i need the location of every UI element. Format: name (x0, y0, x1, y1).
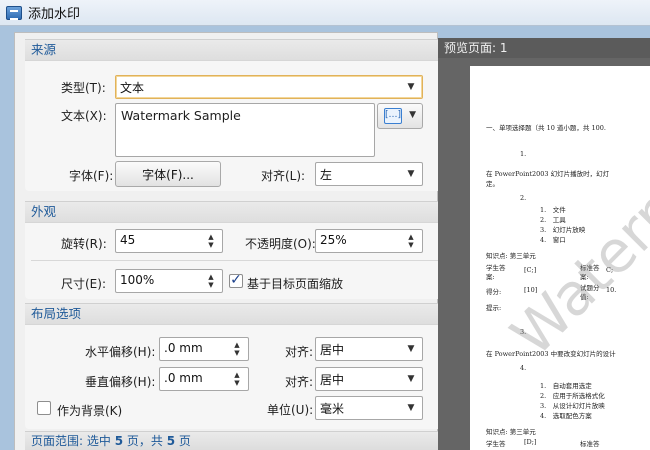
preview-line: 4. (520, 364, 527, 372)
vertical-offset-spinbox[interactable]: .0 mm ▲ ▼ (159, 367, 249, 391)
appearance-group-header: 外观 (25, 201, 447, 223)
opacity-value: 25% (320, 233, 347, 247)
preview-line: 1. (520, 150, 527, 158)
vertical-align-value: 居中 (320, 373, 345, 387)
insert-field-icon: […] (384, 108, 402, 124)
chevron-down-icon: ▼ (407, 374, 415, 384)
preview-line: 标准答 (580, 440, 600, 448)
preview-line: 2. 应用于所选格式化 (540, 392, 605, 400)
layout-group: 水平偏移(H): .0 mm ▲ ▼ 对齐: 居中 ▼ 垂直偏移(H): .0 m… (25, 325, 447, 429)
background-checkbox[interactable] (37, 401, 51, 415)
preview-page: 一、单项选择题（共 10 道小题，共 100. 1. 在 PowerPoint2… (470, 66, 650, 450)
vertical-offset-value: .0 mm (164, 371, 203, 385)
horizontal-align-combobox[interactable]: 居中 ▼ (315, 337, 423, 361)
settings-panel: 来源 类型(T): 文本 ▼ 文本(X): Watermark Sample [… (14, 32, 447, 450)
preview-line: 2. (520, 194, 527, 202)
watermark-text-input[interactable]: Watermark Sample (115, 103, 375, 157)
chevron-down-icon: ▼ (407, 82, 415, 92)
chevron-down-icon: ▼ (409, 110, 416, 120)
size-value: 100% (120, 273, 155, 287)
spinner-arrows-icon[interactable]: ▲ ▼ (204, 270, 218, 292)
source-align-label: 对齐(L): (261, 169, 306, 183)
preview-line: 1. 自动套用选定 (540, 382, 592, 390)
preview-line: [C;] (524, 266, 537, 274)
preview-header: 预览页面: 1 (438, 38, 650, 58)
preview-line: 2. 工具 (540, 216, 566, 224)
source-align-combobox[interactable]: 左 ▼ (315, 162, 423, 186)
font-button[interactable]: 字体(F)... (115, 161, 221, 187)
horizontal-offset-spinbox[interactable]: .0 mm ▲ ▼ (159, 337, 249, 361)
type-value: 文本 (120, 81, 145, 95)
appearance-group: 旋转(R): 45 ▲ ▼ 不透明度(O): 25% ▲ ▼ 尺寸(E): 100%… (25, 223, 447, 299)
layout-group-header: 布局选项 (25, 303, 447, 325)
page-range-suffix: 页 (178, 434, 191, 448)
preview-line: 知识点: 第三单元 (486, 252, 536, 260)
source-group-header: 来源 (25, 39, 447, 61)
preview-line: 定。 (486, 180, 499, 188)
preview-line: 4. 选取配色方案 (540, 412, 592, 420)
source-group: 类型(T): 文本 ▼ 文本(X): Watermark Sample […] … (25, 61, 447, 191)
rotation-spinbox[interactable]: 45 ▲ ▼ (115, 229, 223, 253)
background-label[interactable]: 作为背景(K) (57, 402, 122, 419)
title-bar: 添加水印 (0, 0, 650, 26)
watermark-app-icon (6, 5, 22, 20)
spinner-arrows-icon[interactable]: ▲ ▼ (230, 368, 244, 390)
vertical-offset-label: 垂直偏移(H): (85, 375, 156, 389)
unit-label: 单位(U): (267, 403, 314, 417)
page-range-middle: 页，共 (126, 434, 163, 448)
appearance-divider (31, 260, 441, 261)
spinner-arrows-icon[interactable]: ▲ ▼ (230, 338, 244, 360)
horizontal-offset-label: 水平偏移(H): (85, 345, 156, 359)
total-page-count: 5 (166, 434, 176, 448)
preview-line: 学生答 (486, 440, 506, 448)
type-combobox[interactable]: 文本 ▼ (115, 75, 423, 99)
preview-line: 案: (486, 273, 495, 281)
unit-combobox[interactable]: 毫米 ▼ (315, 396, 423, 420)
preview-line: 1. 文件 (540, 206, 566, 214)
rotation-value: 45 (120, 233, 136, 247)
text-label: 文本(X): (61, 109, 107, 123)
type-label: 类型(T): (61, 81, 106, 95)
size-label: 尺寸(E): (61, 277, 106, 291)
opacity-spinbox[interactable]: 25% ▲ ▼ (315, 229, 423, 253)
preview-line: 得分: (486, 288, 502, 296)
selected-page-count: 5 (114, 434, 124, 448)
source-align-value: 左 (320, 168, 333, 182)
watermark-text-value: Watermark Sample (121, 108, 241, 123)
scale-to-page-checkbox[interactable]: ✓ (229, 272, 243, 288)
page-range-prefix: 页面范围: 选中 (31, 434, 111, 448)
vertical-align-label: 对齐: (285, 375, 314, 389)
window-title: 添加水印 (28, 7, 81, 22)
chevron-down-icon: ▼ (407, 403, 415, 413)
insert-field-button[interactable]: […] ▼ (377, 103, 423, 129)
checkmark-icon: ✓ (230, 272, 242, 288)
rotation-label: 旋转(R): (61, 237, 107, 251)
preview-line: 在 PowerPoint2003 幻灯片播放时，幻灯 (486, 170, 610, 178)
chevron-down-icon: ▼ (407, 169, 415, 179)
preview-line: 3. 幻灯片放映 (540, 226, 586, 234)
spinner-arrows-icon[interactable]: ▲ ▼ (404, 230, 418, 252)
scale-to-page-label[interactable]: 基于目标页面缩放 (247, 275, 343, 292)
preview-panel: 预览页面: 1 一、单项选择题（共 10 道小题，共 100. 1. 在 Pow… (438, 38, 650, 450)
preview-line: 知识点: 第三单元 (486, 428, 536, 436)
horizontal-align-value: 居中 (320, 343, 345, 357)
preview-line: 4. 窗口 (540, 236, 566, 244)
preview-line: [D;] (524, 438, 537, 446)
preview-line: 提示: (486, 304, 502, 312)
preview-line: 3. 从设计幻灯片放映 (540, 402, 605, 410)
preview-line: 一、单项选择题（共 10 道小题，共 100. (486, 124, 606, 132)
spinner-arrows-icon[interactable]: ▲ ▼ (204, 230, 218, 252)
page-range-status: 页面范围: 选中 5 页，共 5 页 (25, 431, 447, 450)
horizontal-offset-value: .0 mm (164, 341, 203, 355)
opacity-label: 不透明度(O): (245, 237, 316, 251)
font-label: 字体(F): (69, 169, 114, 183)
vertical-align-combobox[interactable]: 居中 ▼ (315, 367, 423, 391)
chevron-down-icon: ▼ (407, 344, 415, 354)
size-spinbox[interactable]: 100% ▲ ▼ (115, 269, 223, 293)
unit-value: 毫米 (320, 402, 345, 416)
horizontal-align-label: 对齐: (285, 345, 314, 359)
